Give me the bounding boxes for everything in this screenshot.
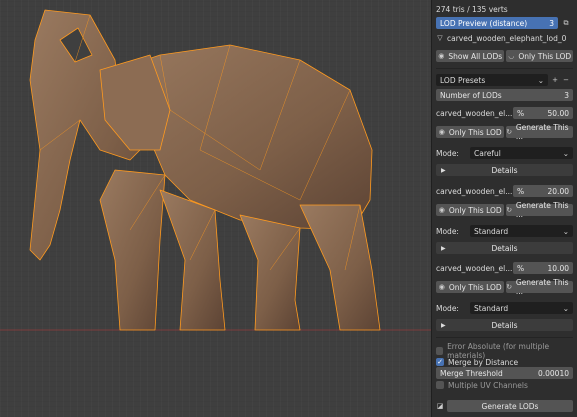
mode-dropdown[interactable]: Standard ⌄ [470,302,573,314]
mode-dropdown[interactable]: Careful ⌄ [470,147,573,159]
details-expander[interactable]: ▶ Details [436,319,573,331]
eye-icon: ◉ [438,283,445,291]
only-this-lod-button[interactable]: ◉ Only This LOD [436,126,504,138]
multiple-uv-check[interactable] [436,381,444,389]
elephant-mesh [0,9,431,331]
object-name-row: ▽ carved_wooden_elephant_lod_0 [436,32,573,44]
mode-label: Mode: [436,303,459,313]
merge-threshold-field[interactable]: Merge Threshold 0.00010 [436,367,573,379]
lod-0-buttons: ◉ Only This LOD ↻ Generate This ... [436,123,573,141]
lod-0-header: carved_wooden_el... % 50.00 [436,107,573,119]
lod-name: carved_wooden_el... [436,186,513,196]
lod-name: carved_wooden_el... [436,263,513,273]
only-this-lod-button[interactable]: ◉ Only This LOD [436,204,504,216]
mode-dropdown[interactable]: Standard ⌄ [470,225,573,237]
expand-arrow-icon: ▶ [441,321,446,329]
lod-ratio-field[interactable]: % 50.00 [513,107,573,119]
lod-1-details-row[interactable]: ▶ Details [436,242,573,254]
lod-2-details-row[interactable]: ▶ Details [436,319,573,331]
lod-1-buttons: ◉ Only This LOD ↻ Generate This ... [436,201,573,219]
chevron-down-icon: ⌄ [562,303,569,313]
lod-ratio-field[interactable]: % 20.00 [513,185,573,197]
generate-lods-button[interactable]: Generate LODs [447,400,573,412]
add-icon[interactable]: + [551,76,559,84]
lod-2-mode-row: Mode: Standard ⌄ [436,302,573,314]
generate-icon: ◪ [436,402,444,410]
only-this-lod-button[interactable]: ◉ Only This LOD [436,281,504,293]
error-absolute-check[interactable] [436,347,444,355]
lod-visibility-row: ◉ Show All LODs ◡ Only This LOD [436,50,573,62]
chevron-down-icon: ⌄ [562,226,569,236]
mode-label: Mode: [436,148,459,158]
merge-by-distance-check[interactable]: ✓ [436,358,444,366]
lod-properties-panel: 274 tris / 135 verts LOD Preview (distan… [431,0,577,417]
lod-0-mode-row: Mode: Careful ⌄ [436,147,573,159]
object-name: carved_wooden_elephant_lod_0 [447,33,567,43]
3d-viewport[interactable] [0,0,431,417]
lod-ratio-field[interactable]: % 10.00 [513,262,573,274]
lod-preview-slider[interactable]: LOD Preview (distance) 3 ⧉ [436,17,573,29]
eye-icon: ◉ [438,128,445,136]
mode-label: Mode: [436,226,459,236]
lod-1-header: carved_wooden_el... % 20.00 [436,185,573,197]
eye-closed-icon: ◡ [508,52,515,60]
lod-name: carved_wooden_el... [436,108,513,118]
lod-presets-dropdown[interactable]: LOD Presets ⌄ [436,74,548,86]
lod-1-mode-row: Mode: Standard ⌄ [436,225,573,237]
only-this-lod-top-button[interactable]: ◡ Only This LOD [505,50,573,62]
multiple-uv-checkbox[interactable]: Multiple UV Channels [436,379,573,391]
lod-0-details-row[interactable]: ▶ Details [436,164,573,176]
chevron-down-icon: ⌄ [537,75,544,85]
eye-icon: ◉ [438,52,445,60]
refresh-icon: ↻ [506,128,513,136]
refresh-icon: ↻ [506,283,513,291]
expand-arrow-icon: ▶ [441,244,446,252]
details-expander[interactable]: ▶ Details [436,164,573,176]
chevron-down-icon: ⌄ [562,148,569,158]
lod-preview-label: LOD Preview (distance) [440,18,528,28]
number-of-lods-field[interactable]: Number of LODs 3 [436,89,573,101]
generate-lods-row: ◪ Generate LODs [436,400,573,412]
lod-2-buttons: ◉ Only This LOD ↻ Generate This ... [436,278,573,296]
remove-icon[interactable]: − [562,76,570,84]
expand-arrow-icon: ▶ [441,166,446,174]
lod-2-header: carved_wooden_el... % 10.00 [436,262,573,274]
show-all-lods-button[interactable]: ◉ Show All LODs [436,50,504,62]
stats-text: 274 tris / 135 verts [436,4,508,14]
copy-icon[interactable]: ⧉ [562,19,570,28]
refresh-icon: ↻ [506,206,513,214]
details-expander[interactable]: ▶ Details [436,242,573,254]
generate-this-lod-button[interactable]: ↻ Generate This ... [505,123,573,141]
generate-this-lod-button[interactable]: ↻ Generate This ... [505,201,573,219]
generate-this-lod-button[interactable]: ↻ Generate This ... [505,278,573,296]
eye-icon: ◉ [438,206,445,214]
mesh-triangle-icon: ▽ [437,34,443,42]
stats-readout: 274 tris / 135 verts [436,3,573,15]
lod-presets-row: LOD Presets ⌄ + − [436,74,573,86]
lod-preview-value: 3 [549,18,554,28]
